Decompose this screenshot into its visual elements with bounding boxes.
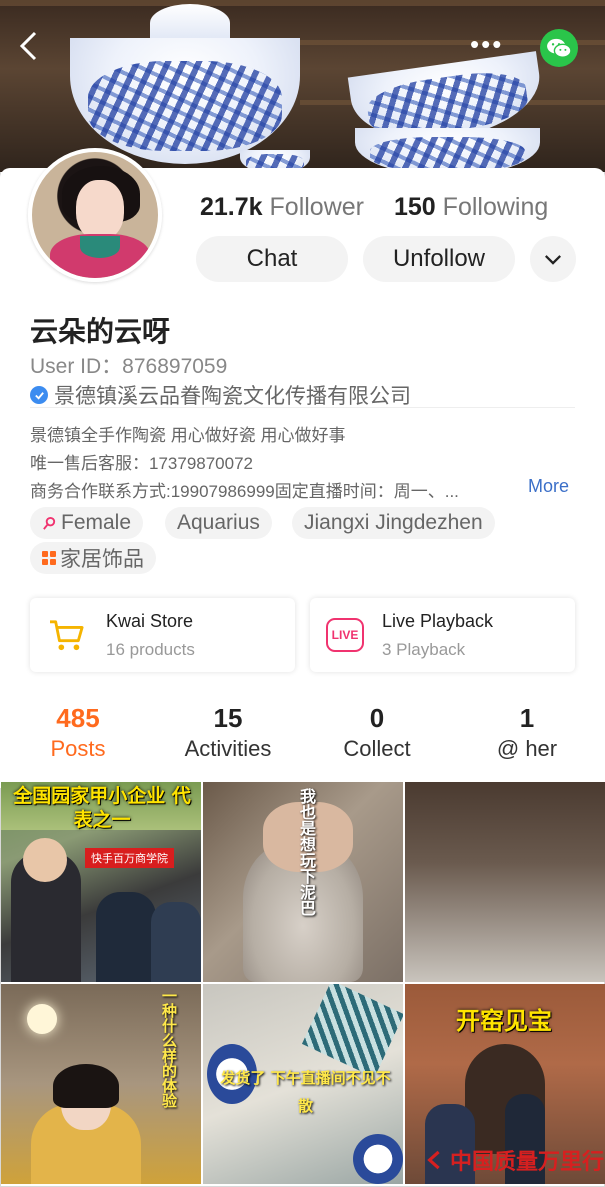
kwai-store-subtitle: 16 products <box>106 639 195 659</box>
tag-label: Jiangxi Jingdezhen <box>304 511 483 534</box>
post-thumbnail[interactable]: 我也是想玩下泥巴 <box>203 782 403 982</box>
profile-tabs: 485 Posts 15 Activities 0 Collect 1 @ he… <box>0 700 605 778</box>
tab-mentions[interactable]: 1 @ her <box>452 700 602 762</box>
post-thumbnail[interactable]: 一种什么样的体验 <box>1 984 201 1184</box>
verified-organization: 景德镇溪云品眷陶瓷文化传播有限公司 <box>30 380 411 410</box>
post-thumbnail[interactable] <box>405 782 605 982</box>
organization-name: 景德镇溪云品眷陶瓷文化传播有限公司 <box>54 385 411 408</box>
post-caption: 我也是想玩下泥巴 <box>297 788 316 916</box>
live-playback-card[interactable]: LIVE Live Playback 3 Playback <box>310 598 575 672</box>
kwai-store-card[interactable]: Kwai Store 16 products <box>30 598 295 672</box>
user-id: User ID：876897059 <box>30 355 228 378</box>
post-thumbnail[interactable]: 全国园家甲小企业 代表之一 快手百万商学院 <box>1 782 201 982</box>
following-count: 150 <box>394 193 436 221</box>
post-caption: 一种什么样的体验 <box>160 988 178 1108</box>
post-caption: 开窑见宝 <box>456 1006 552 1035</box>
follower-stat[interactable]: 21.7k Follower <box>200 193 364 222</box>
tag-label: Aquarius <box>177 511 260 534</box>
tag-label: 家居饰品 <box>60 548 144 571</box>
following-stat[interactable]: 150 Following <box>394 193 548 222</box>
tab-label: Activities <box>184 736 272 761</box>
back-arrow-icon <box>19 31 37 61</box>
female-icon <box>43 516 56 530</box>
live-playback-subtitle: 3 Playback <box>382 639 466 659</box>
bio-line: 景德镇全手作陶瓷 用心做好瓷 用心做好事 <box>30 426 346 445</box>
live-playback-title: Live Playback <box>382 610 494 631</box>
back-button[interactable] <box>18 30 48 64</box>
bio-more-link[interactable]: More <box>528 476 569 497</box>
post-caption: 发货了 下午直播间不见不散 <box>220 1069 391 1115</box>
tab-count: 485 <box>56 703 100 733</box>
post-sign: 快手百万商学院 <box>85 848 174 868</box>
tab-count: 15 <box>213 703 243 733</box>
watermark-logo: 中国质量万里行 <box>426 1144 604 1176</box>
tab-label: Posts <box>50 736 106 761</box>
tag-gender: Female <box>30 507 144 539</box>
post-thumbnail[interactable]: 发货了 下午直播间不见不散 <box>203 984 403 1184</box>
tab-activities[interactable]: 15 Activities <box>153 700 303 762</box>
verified-check-icon <box>30 386 48 404</box>
wechat-icon <box>547 38 572 58</box>
tag-category: 家居饰品 <box>30 542 156 574</box>
kwai-store-title: Kwai Store <box>106 610 194 631</box>
divider <box>30 407 575 408</box>
tab-count: 1 <box>519 703 535 733</box>
tab-label: Collect <box>343 736 411 761</box>
tab-posts[interactable]: 485 Posts <box>3 700 153 762</box>
watermark-text: 中国质量万里行 <box>450 1149 605 1175</box>
more-dots-icon: ••• <box>470 29 504 59</box>
tab-count: 0 <box>369 703 385 733</box>
more-options-button[interactable]: ••• <box>470 31 503 57</box>
chat-button-label: Chat <box>246 245 298 272</box>
watermark-icon <box>427 1150 440 1170</box>
following-label: Following <box>442 193 549 221</box>
unfollow-button[interactable]: Unfollow <box>363 236 515 282</box>
chevron-down-icon <box>545 254 561 265</box>
unfollow-button-label: Unfollow <box>392 245 486 272</box>
wechat-share-button[interactable] <box>540 29 578 67</box>
follower-count: 21.7k <box>200 193 263 221</box>
profile-cover-image <box>0 0 605 172</box>
category-grid-icon <box>42 551 56 565</box>
bio-line: 唯一售后客服：17379870072 <box>30 454 254 473</box>
bio-line: 商务合作联系方式:19907986999固定直播时间：周一、... <box>30 482 459 501</box>
cart-icon <box>50 620 84 651</box>
tab-collect[interactable]: 0 Collect <box>302 700 452 762</box>
tab-label: @ her <box>496 736 558 761</box>
chat-button[interactable]: Chat <box>196 236 348 282</box>
posts-grid: 全国园家甲小企业 代表之一 快手百万商学院 我也是想玩下泥巴 一种什么样的体验 … <box>0 782 605 1184</box>
post-caption: 全国园家甲小企业 代表之一 <box>13 785 191 831</box>
avatar[interactable] <box>28 148 162 282</box>
profile-name: 云朵的云呀 <box>30 316 171 347</box>
follower-label: Follower <box>269 193 364 221</box>
live-icon: LIVE <box>326 618 364 652</box>
tag-location: Jiangxi Jingdezhen <box>292 507 495 539</box>
tag-zodiac: Aquarius <box>165 507 272 539</box>
tag-label: Female <box>61 511 132 534</box>
expand-recommendations-button[interactable] <box>530 236 576 282</box>
